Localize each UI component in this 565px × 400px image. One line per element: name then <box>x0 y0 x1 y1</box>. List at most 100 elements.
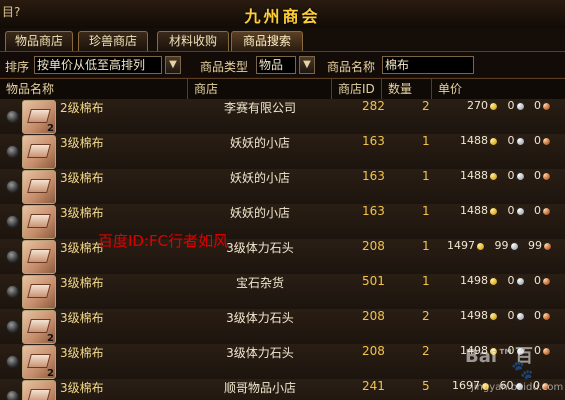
results-table-header: 物品名称 商店 商店ID 数量 单价 <box>0 78 565 100</box>
copper-coin-icon <box>542 206 551 216</box>
row-select-radio[interactable] <box>6 180 19 193</box>
gold-coin-icon <box>489 101 498 111</box>
item-name: 3级棉布 <box>60 171 104 185</box>
item-count: 1 <box>422 274 430 288</box>
table-row[interactable]: 3级棉布 妖妖的小店 163 1 1488 0 0 <box>0 169 565 205</box>
gold-coin-icon <box>489 171 498 181</box>
unit-price: 1498 0 0 <box>460 274 551 309</box>
price-silver: 0 <box>507 99 515 112</box>
sort-select[interactable]: 按单价从低至高排列 <box>34 56 162 74</box>
row-select-radio[interactable] <box>6 250 19 263</box>
gold-coin-icon <box>489 206 498 216</box>
item-icon <box>22 275 56 309</box>
unit-price: 270 0 0 <box>467 99 551 134</box>
unit-price: 1488 0 0 <box>460 169 551 204</box>
price-copper: 0 <box>534 274 541 287</box>
price-gold: 270 <box>467 99 488 112</box>
item-icon: 2 <box>22 345 56 379</box>
table-row[interactable]: 3级棉布 妖妖的小店 163 1 1488 0 0 <box>0 204 565 240</box>
row-select-radio[interactable] <box>6 110 19 123</box>
row-select-radio[interactable] <box>6 320 19 333</box>
table-row[interactable]: 3级棉布 妖妖的小店 163 1 1488 0 0 <box>0 134 565 170</box>
type-select[interactable]: 物品 <box>256 56 296 74</box>
row-select-radio[interactable] <box>6 285 19 298</box>
type-label: 商品类型 <box>200 60 249 74</box>
red-watermark-text: 百度ID:FC行者如风 <box>98 232 229 250</box>
price-gold: 1488 <box>460 169 488 182</box>
price-gold: 1498 <box>460 274 488 287</box>
price-gold: 1488 <box>460 134 488 147</box>
item-name: 3级棉布 <box>60 311 104 325</box>
copper-coin-icon <box>543 241 552 251</box>
shop-id: 208 <box>362 344 385 358</box>
price-gold: 1497 <box>447 239 475 252</box>
tab-material-buy[interactable]: 材料收购 <box>157 31 229 51</box>
shop-id: 163 <box>362 134 385 148</box>
table-row[interactable]: 2 3级棉布 3级体力石头 208 2 1498 0 0 <box>0 309 565 345</box>
copper-coin-icon <box>542 171 551 181</box>
item-icon: 2 <box>22 310 56 344</box>
item-icon: 2 <box>22 100 56 134</box>
shop-id: 501 <box>362 274 385 288</box>
header-shop-id[interactable]: 商店ID <box>332 79 382 99</box>
row-select-radio[interactable] <box>6 390 19 400</box>
item-name: 3级棉布 <box>60 381 104 395</box>
shop-id: 163 <box>362 204 385 218</box>
item-quantity-badge: 2 <box>47 123 54 134</box>
table-row[interactable]: 3级棉布 宝石杂货 501 1 1498 0 0 <box>0 274 565 310</box>
shop-name: 妖妖的小店 <box>229 171 290 185</box>
row-select-radio[interactable] <box>6 215 19 228</box>
price-silver: 99 <box>494 239 509 252</box>
unit-price: 1488 0 0 <box>460 204 551 239</box>
tab-pet-shop[interactable]: 珍兽商店 <box>78 31 148 51</box>
header-count[interactable]: 数量 <box>382 79 432 99</box>
price-silver: 0 <box>507 204 515 217</box>
row-select-radio[interactable] <box>6 355 19 368</box>
unit-price: 1498 0 0 <box>460 309 551 344</box>
item-count: 5 <box>422 379 430 393</box>
copper-coin-icon <box>542 136 551 146</box>
type-dropdown-button[interactable]: ▼ <box>299 56 315 74</box>
baidu-url: jingyan.baidu.com <box>471 382 564 393</box>
item-count: 2 <box>422 309 430 323</box>
shop-id: 208 <box>362 239 385 253</box>
price-copper: 99 <box>528 239 542 252</box>
copper-coin-icon <box>542 101 551 111</box>
copper-coin-icon <box>542 311 551 321</box>
item-icon: 5 <box>22 380 56 400</box>
row-select-radio[interactable] <box>6 145 19 158</box>
price-copper: 0 <box>534 134 541 147</box>
item-quantity-badge: 2 <box>47 333 54 344</box>
shop-name: 妖妖的小店 <box>229 136 290 150</box>
name-search-input[interactable]: 棉布 <box>382 56 474 74</box>
silver-coin-icon <box>515 136 525 146</box>
item-count: 2 <box>422 344 430 358</box>
chevron-down-icon: ▼ <box>303 59 311 70</box>
tab-goods-search[interactable]: 商品搜索 <box>231 31 303 51</box>
sort-dropdown-button[interactable]: ▼ <box>165 56 181 74</box>
table-row[interactable]: 2 2级棉布 李赛有限公司 282 2 270 0 0 <box>0 99 565 135</box>
copper-coin-icon <box>542 276 551 286</box>
item-name: 2级棉布 <box>60 101 104 115</box>
price-gold: 1488 <box>460 204 488 217</box>
item-count: 2 <box>422 99 430 113</box>
price-copper: 0 <box>534 309 541 322</box>
item-icon <box>22 240 56 274</box>
item-icon <box>22 135 56 169</box>
item-name: 3级棉布 <box>60 136 104 150</box>
gold-coin-icon <box>489 311 498 321</box>
header-unit-price[interactable]: 单价 <box>432 79 565 99</box>
tab-item-shop[interactable]: 物品商店 <box>5 31 73 51</box>
chevron-down-icon: ▼ <box>169 59 177 70</box>
item-name: 3级棉布 <box>60 346 104 360</box>
item-count: 1 <box>422 239 430 253</box>
item-name: 3级棉布 <box>60 276 104 290</box>
silver-coin-icon <box>515 276 525 286</box>
table-row[interactable]: 3级棉布 3级体力石头 208 1 1497 99 99 <box>0 239 565 275</box>
silver-coin-icon <box>515 171 525 181</box>
header-item-name[interactable]: 物品名称 <box>0 79 188 99</box>
price-silver: 0 <box>507 309 515 322</box>
window-title-bar: 目? 九州商会 <box>0 0 565 29</box>
header-shop[interactable]: 商店 <box>188 79 332 99</box>
price-copper: 0 <box>534 204 541 217</box>
